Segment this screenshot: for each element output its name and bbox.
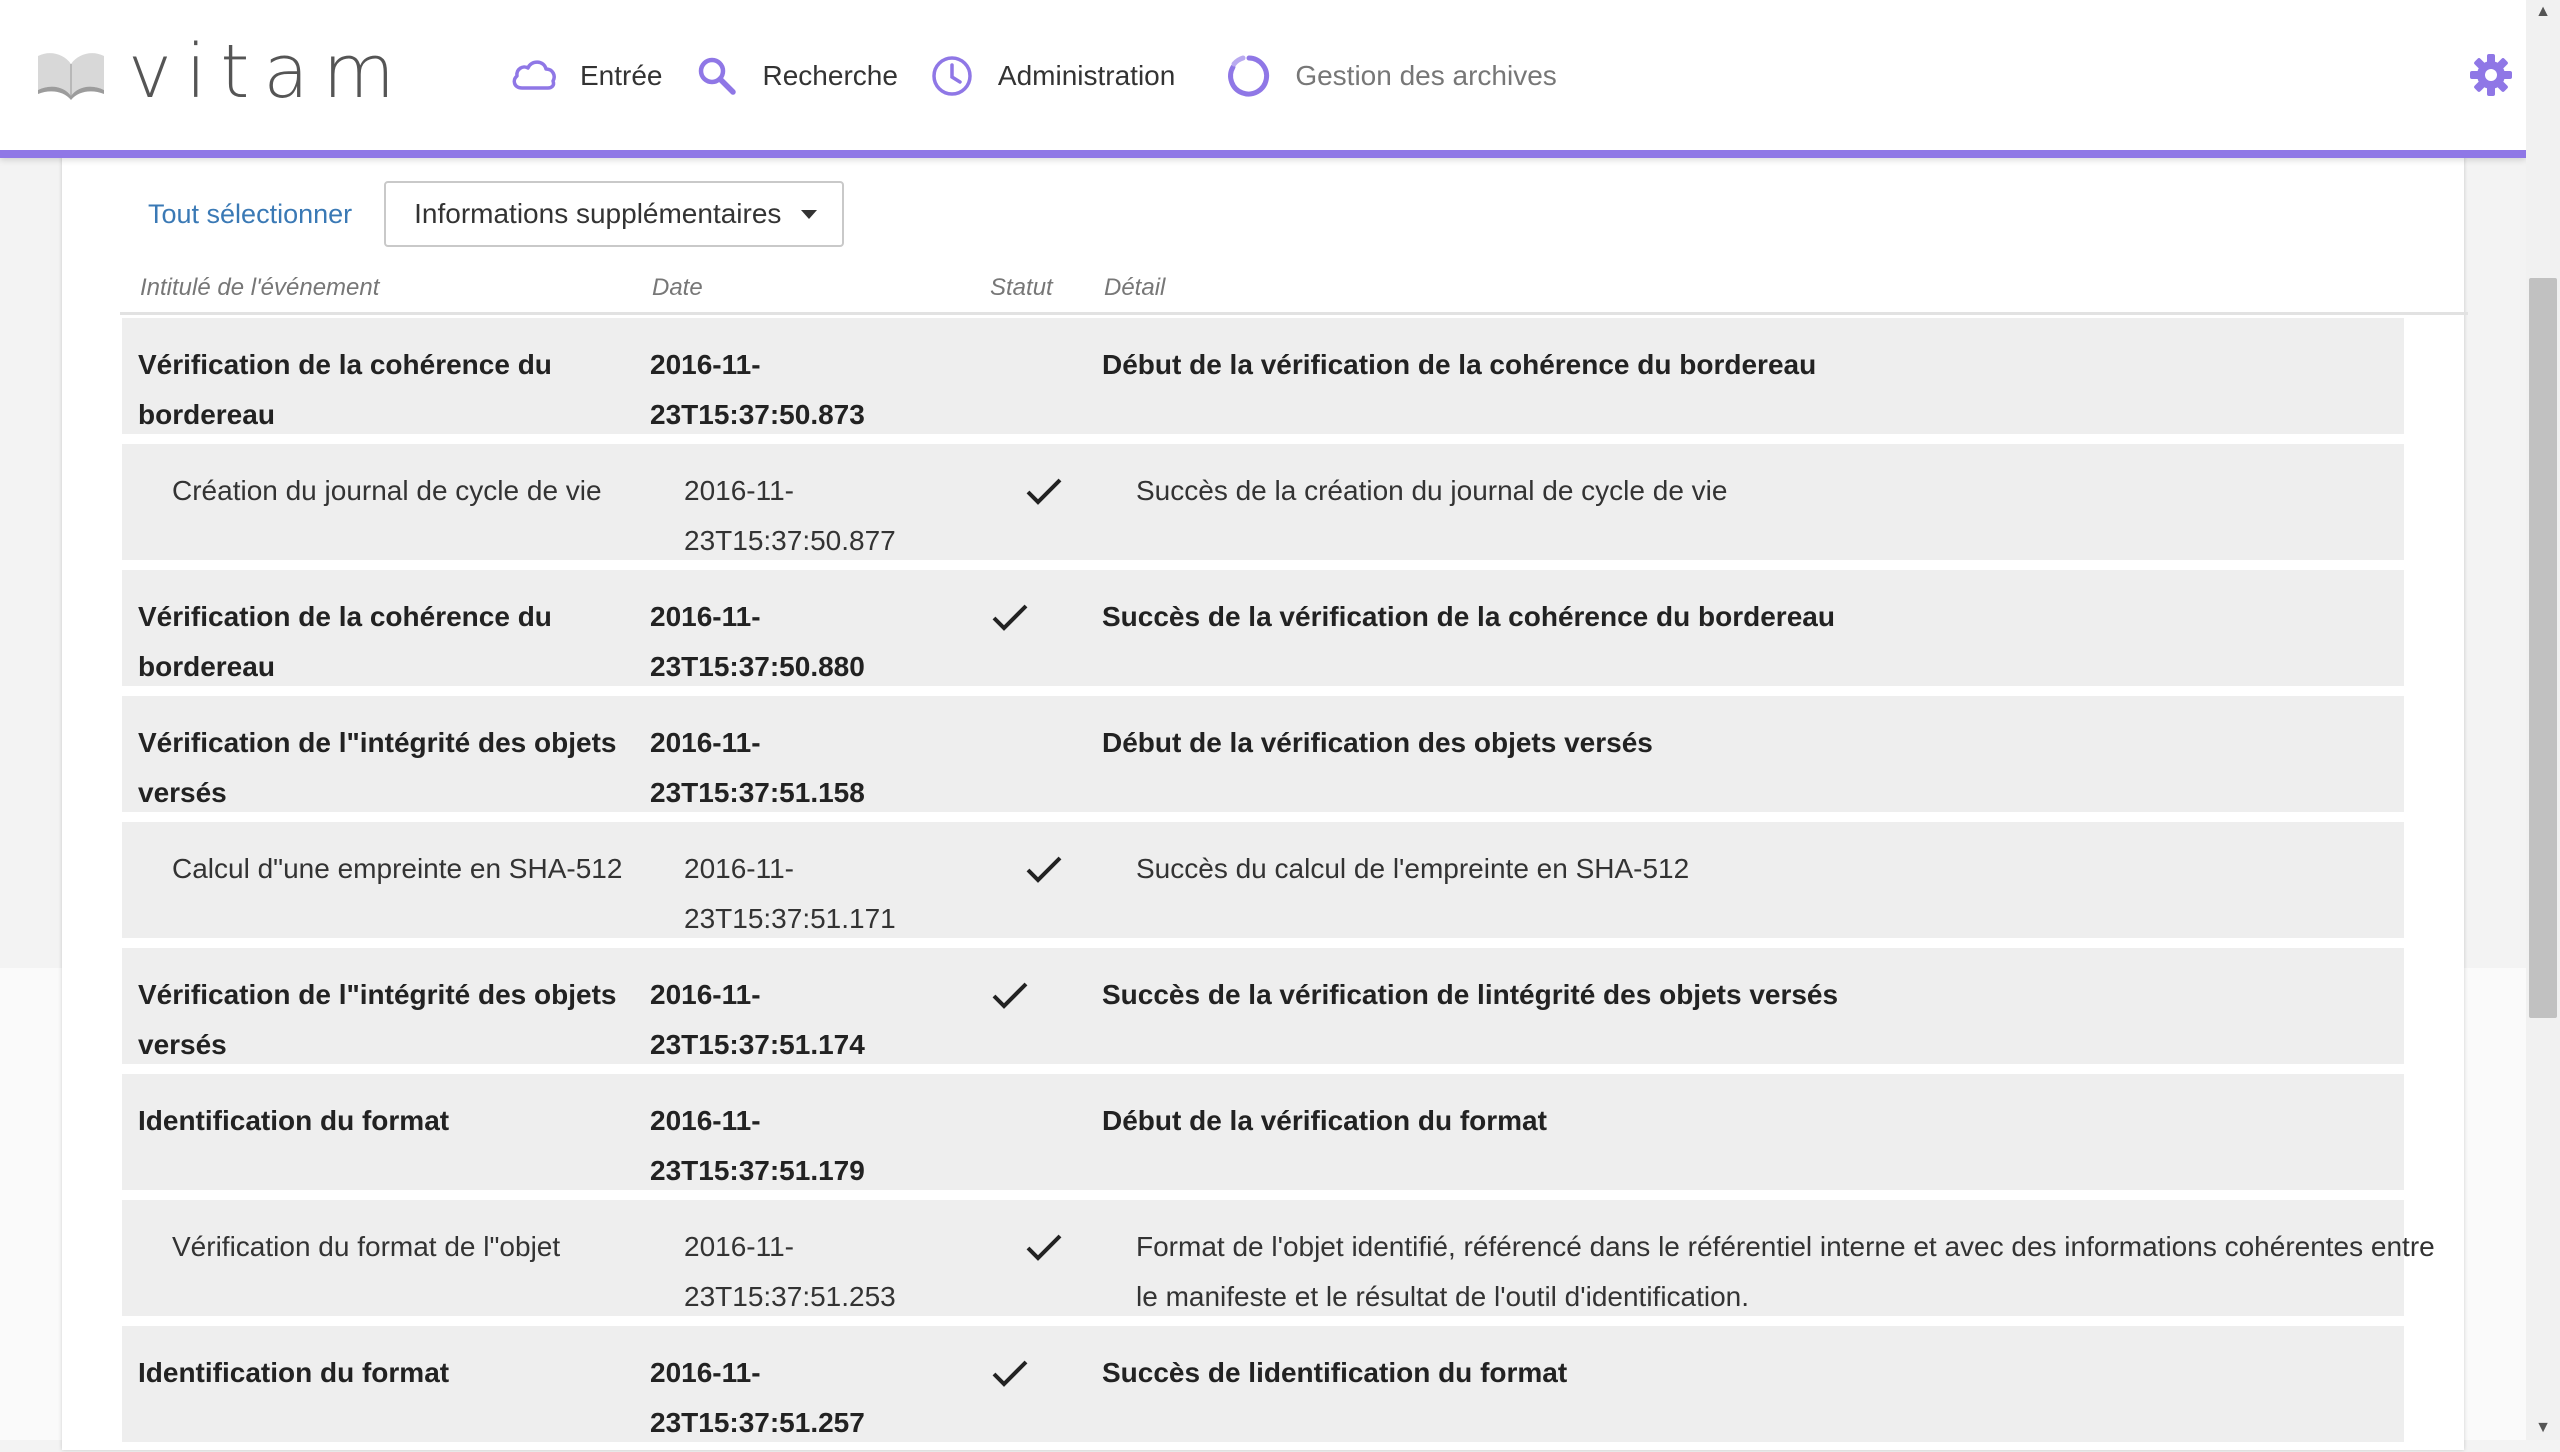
dropdown-label: Informations supplémentaires [414, 198, 782, 229]
event-date: 2016-11-23T15:37:51.253 [684, 1231, 896, 1312]
main-nav: Entrée Recherche Administration Gestion … [508, 40, 1585, 112]
header-date: Date [652, 274, 703, 301]
nav-label: Entrée [580, 60, 663, 91]
event-title: Identification du format [138, 1105, 450, 1136]
event-title: Création du journal de cycle de vie [172, 475, 602, 506]
extra-info-dropdown[interactable]: Informations supplémentaires [384, 181, 845, 247]
event-detail: Succès de lidentification du format [1102, 1357, 1568, 1388]
event-date: 2016-11-23T15:37:51.257 [650, 1357, 865, 1438]
event-date: 2016-11-23T15:37:51.158 [650, 727, 865, 808]
header-status: Statut [990, 274, 1053, 301]
operation-detail-card: Tout sélectionner Informations supplémen… [62, 150, 2468, 1452]
event-detail: Succès de la vérification de la cohérenc… [1102, 601, 1835, 632]
nav-recherche[interactable]: Recherche [691, 50, 898, 102]
scroll-thumb[interactable] [2529, 278, 2557, 1018]
table-toolbar: Tout sélectionner Informations supplémen… [62, 180, 845, 248]
event-detail: Début de la vérification de la cohérence… [1102, 349, 1817, 380]
event-title: Identification du format [138, 1357, 450, 1388]
nav-entree[interactable]: Entrée [508, 50, 663, 102]
table-row[interactable]: Identification du format 2016-11-23T15:37… [122, 1326, 2404, 1442]
checkmark-icon [1026, 478, 1062, 505]
checkmark-icon [992, 982, 1028, 1009]
table-row[interactable]: Vérification de la cohérence du borderea… [122, 318, 2404, 434]
checkmark-icon [1026, 856, 1062, 883]
clock-icon [932, 56, 972, 96]
vertical-scrollbar[interactable]: ▲ ▼ [2526, 0, 2560, 1440]
event-detail: Succès de la création du journal de cycl… [1136, 475, 1728, 506]
logo-text: vitam [128, 29, 409, 115]
scroll-up-arrow[interactable]: ▲ [2526, 0, 2560, 24]
event-title: Vérification de l"intégrité des objets v… [138, 727, 617, 808]
checkmark-icon [992, 1360, 1028, 1387]
table-row[interactable]: Vérification de la cohérence du borderea… [122, 570, 2404, 686]
event-title: Vérification de la cohérence du borderea… [138, 601, 552, 682]
table-row[interactable]: Vérification de l"intégrité des objets v… [122, 948, 2404, 1064]
event-date: 2016-11-23T15:37:50.873 [650, 349, 865, 430]
scroll-down-arrow[interactable]: ▼ [2526, 1416, 2560, 1440]
vitam-logo[interactable]: vitam [34, 22, 409, 122]
header-title: Intitulé de l'événement [140, 274, 380, 301]
event-title: Vérification de la cohérence du borderea… [138, 349, 552, 430]
checkmark-icon [1026, 1234, 1062, 1261]
event-detail: Succès du calcul de l'empreinte en SHA-5… [1136, 853, 1690, 884]
table-row[interactable]: Vérification du format de l"objet 2016-11… [122, 1200, 2435, 1316]
refresh-icon [1228, 55, 1270, 97]
cloud-icon [512, 60, 556, 90]
book-logo-icon [38, 53, 104, 100]
event-rows: Vérification de la cohérence du borderea… [122, 318, 2435, 1452]
table-row[interactable]: Création du journal de cycle de vie 2016-… [122, 444, 2404, 560]
nav-label: Administration [997, 60, 1176, 91]
table-row[interactable]: Vérification de l"intégrité des objets v… [122, 696, 2404, 812]
event-title: Vérification de l"intégrité des objets v… [138, 979, 617, 1060]
event-date: 2016-11-23T15:37:51.171 [684, 853, 896, 934]
table-row[interactable]: Identification du format 2016-11-23T15:37… [122, 1074, 2404, 1190]
event-title: Vérification du format de l"objet [172, 1231, 561, 1262]
event-detail: Début de la vérification des objets vers… [1102, 727, 1653, 758]
table-header: Intitulé de l'événement Date Statut Déta… [120, 266, 2468, 315]
nav-label: Recherche [762, 60, 898, 91]
nav-administration[interactable]: Administration [926, 50, 1175, 102]
header-detail: Détail [1104, 274, 1166, 301]
event-date: 2016-11-23T15:37:50.877 [684, 475, 896, 556]
table-row[interactable]: Calcul d"une empreinte en SHA-512 2016-11… [122, 822, 2404, 938]
select-all-link[interactable]: Tout sélectionner [148, 199, 352, 230]
event-detail: Format de l'objet identifié, référencé d… [1136, 1231, 2435, 1312]
nav-gestion-archives[interactable]: Gestion des archives [1223, 50, 1557, 102]
event-date: 2016-11-23T15:37:51.174 [650, 979, 865, 1060]
event-title: Calcul d"une empreinte en SHA-512 [172, 853, 623, 884]
event-date: 2016-11-23T15:37:50.880 [650, 601, 865, 682]
search-icon [698, 57, 736, 95]
event-detail: Début de la vérification du format [1102, 1105, 1547, 1136]
top-header: vitam Entrée Recherche Administration Ge… [0, 0, 2526, 158]
gear-icon[interactable] [2466, 50, 2516, 100]
nav-label: Gestion des archives [1295, 60, 1557, 91]
event-detail: Succès de la vérification de lintégrité … [1102, 979, 1839, 1010]
checkmark-icon [992, 604, 1028, 631]
event-date: 2016-11-23T15:37:51.179 [650, 1105, 865, 1186]
caret-down-icon [801, 209, 818, 219]
